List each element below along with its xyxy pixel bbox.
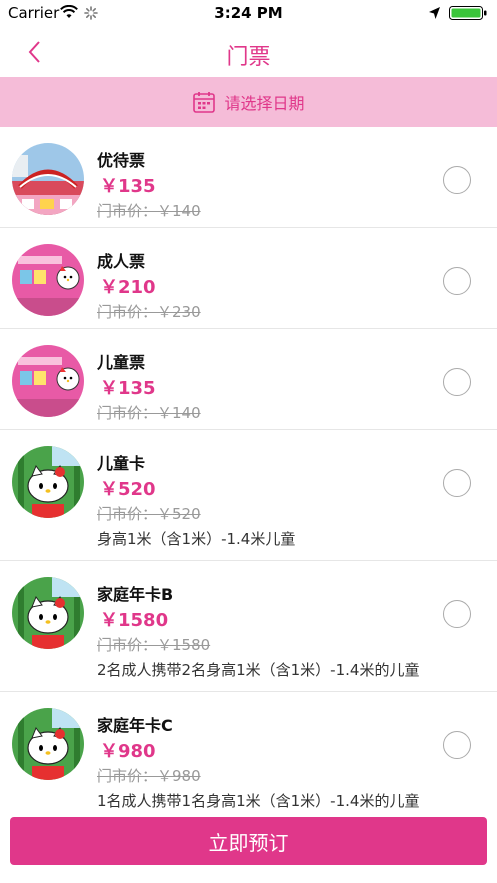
hello-kitty-ticket-image	[12, 345, 84, 417]
ticket-price: ￥135	[100, 378, 156, 399]
ticket-price: ￥135	[100, 176, 156, 197]
ticket-name: 优待票	[97, 151, 146, 170]
ticket-original-price: 门市价：￥140	[97, 404, 201, 422]
footer-bar: 立即预订	[0, 810, 497, 883]
nav-bar: 门票	[0, 27, 497, 77]
ticket-select-radio[interactable]	[443, 166, 471, 194]
ticket-name: 儿童卡	[97, 454, 146, 473]
ticket-item[interactable]: 优待票 ￥135 门市价：￥140	[0, 127, 497, 228]
ticket-select-radio[interactable]	[443, 731, 471, 759]
ticket-original-price: 门市价：￥230	[97, 303, 201, 321]
ticket-select-radio[interactable]	[443, 267, 471, 295]
hello-kitty-card-image	[12, 577, 84, 649]
ticket-price: ￥210	[100, 277, 156, 298]
location-arrow-icon	[428, 5, 441, 24]
ticket-name: 儿童票	[97, 353, 146, 372]
ticket-original-price: 门市价：￥520	[97, 505, 201, 523]
calendar-icon	[192, 90, 216, 114]
ticket-original-price: 门市价：￥980	[97, 767, 201, 785]
ticket-price: ￥520	[100, 479, 156, 500]
ticket-description: 身高1米（含1米）-1.4米儿童	[97, 530, 296, 548]
ticket-item[interactable]: 家庭年卡B ￥1580 门市价：￥1580 2名成人携带2名身高1米（含1米）-…	[0, 561, 497, 692]
ticket-name: 成人票	[97, 252, 146, 271]
date-picker-button[interactable]: 请选择日期	[0, 77, 497, 127]
page-title: 门票	[226, 45, 271, 70]
ticket-item[interactable]: 儿童票 ￥135 门市价：￥140	[0, 329, 497, 430]
ticket-select-radio[interactable]	[443, 368, 471, 396]
ticket-description: 1名成人携带1名身高1米（含1米）-1.4米的儿童	[97, 792, 420, 810]
ticket-item[interactable]: 家庭年卡C ￥980 门市价：￥980 1名成人携带1名身高1米（含1米）-1.…	[0, 692, 497, 823]
ticket-description: 2名成人携带2名身高1米（含1米）-1.4米的儿童	[97, 661, 420, 679]
amusement-park-photo	[12, 143, 84, 215]
date-picker-label: 请选择日期	[224, 94, 305, 113]
status-time: 3:24 PM	[214, 4, 283, 22]
ticket-name: 家庭年卡B	[97, 585, 174, 604]
status-bar: Carrier 3:24 PM	[0, 0, 497, 27]
ticket-original-price: 门市价：￥140	[97, 202, 201, 220]
hello-kitty-card-image	[12, 446, 84, 518]
hello-kitty-ticket-image	[12, 244, 84, 316]
ticket-item[interactable]: 儿童卡 ￥520 门市价：￥520 身高1米（含1米）-1.4米儿童	[0, 430, 497, 561]
ticket-price: ￥1580	[100, 610, 169, 631]
ticket-select-radio[interactable]	[443, 469, 471, 497]
ticket-name: 家庭年卡C	[97, 716, 173, 735]
ticket-select-radio[interactable]	[443, 600, 471, 628]
ticket-price: ￥980	[100, 741, 156, 762]
ticket-original-price: 门市价：￥1580	[97, 636, 211, 654]
ticket-list: 优待票 ￥135 门市价：￥140 成人票 ￥210 门市价：￥230 儿童票 …	[0, 127, 497, 823]
ticket-item[interactable]: 成人票 ￥210 门市价：￥230	[0, 228, 497, 329]
hello-kitty-card-image	[12, 708, 84, 780]
book-now-button[interactable]: 立即预订	[10, 817, 487, 865]
battery-icon	[449, 5, 489, 25]
